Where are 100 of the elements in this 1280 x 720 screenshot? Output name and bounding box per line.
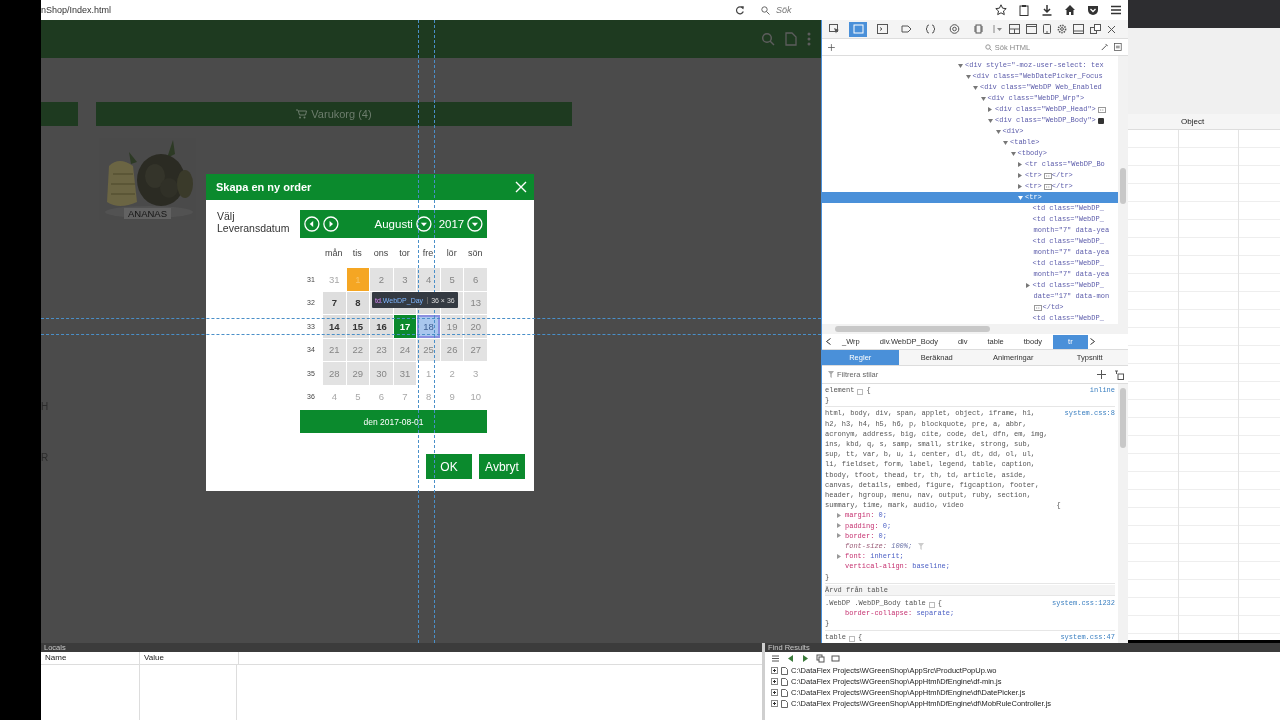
day-cell-text: 1	[424, 366, 433, 381]
day-cell: 23	[370, 338, 393, 361]
expanded-arrow-icon[interactable]	[958, 63, 963, 68]
month-dropdown-button[interactable]	[415, 215, 432, 233]
day-cell: 21	[323, 338, 346, 361]
column-header[interactable]: Name	[41, 652, 140, 664]
day-cell: 1	[346, 268, 370, 291]
field-label: Välj Leveransdatum	[217, 210, 291, 236]
list-icon[interactable]	[771, 654, 780, 663]
overflow-icon[interactable]	[993, 24, 1003, 34]
expanded-arrow-icon[interactable]	[988, 118, 993, 123]
toggle-icon[interactable]	[928, 602, 935, 609]
expand-arrow-icon[interactable]	[837, 553, 841, 559]
year-dropdown-button[interactable]	[467, 215, 483, 233]
collapsed-arrow-icon[interactable]	[1018, 184, 1022, 189]
eyedropper-icon[interactable]	[1100, 42, 1109, 52]
scrollbar[interactable]	[822, 324, 1128, 334]
reload-icon[interactable]	[735, 5, 745, 15]
collapsed-content-icon[interactable]	[1033, 304, 1042, 311]
next-icon[interactable]	[801, 654, 810, 663]
clear-icon[interactable]	[831, 654, 840, 663]
star-icon[interactable]	[995, 4, 1007, 16]
collapsed-arrow-icon[interactable]	[1018, 162, 1022, 167]
day-cell[interactable]: 7	[323, 291, 346, 314]
day-cell-text: 31	[328, 272, 341, 287]
expanded-arrow-icon[interactable]	[980, 96, 986, 101]
expand-icon[interactable]	[771, 667, 778, 674]
collapsed-arrow-icon[interactable]	[1018, 173, 1022, 178]
expanded-arrow-icon[interactable]	[1018, 195, 1023, 200]
event-badge-icon[interactable]	[1097, 117, 1104, 124]
shield-icon[interactable]	[1087, 4, 1099, 16]
day-cell: 24	[393, 338, 417, 361]
close-icon[interactable]	[1107, 24, 1116, 34]
collapsed-arrow-icon[interactable]	[1025, 283, 1030, 288]
window-icon[interactable]	[1026, 24, 1037, 34]
day-cell[interactable]: 17	[393, 315, 417, 338]
day-cell[interactable]: 16	[370, 315, 393, 338]
cart-icon	[296, 109, 308, 119]
previous-icon[interactable]	[786, 654, 795, 663]
weekday-label: lör	[445, 248, 458, 258]
search-field[interactable]: Sök	[774, 4, 978, 16]
expand-arrow-icon[interactable]	[837, 523, 841, 529]
collapsed-content-icon[interactable]	[1043, 172, 1052, 179]
dialog-button[interactable]: Avbryt	[479, 454, 525, 479]
day-cell[interactable]: 15	[346, 315, 370, 338]
day-cell-text: 6	[377, 390, 386, 405]
expanded-arrow-icon[interactable]	[973, 85, 978, 90]
next-month-button[interactable]	[322, 215, 339, 233]
scrollbar[interactable]	[1118, 56, 1128, 324]
scrollbar[interactable]	[1118, 384, 1128, 643]
weekday-label: sön	[466, 248, 484, 258]
weekday-label: fre	[421, 248, 435, 258]
day-cell[interactable]: 8	[346, 291, 370, 314]
expand-icon[interactable]	[771, 678, 778, 685]
popout-icon[interactable]	[1090, 24, 1101, 34]
toggle-icon[interactable]	[849, 635, 855, 642]
clipboard-icon[interactable]	[1018, 4, 1030, 16]
download-icon[interactable]	[1041, 4, 1053, 16]
menu-icon[interactable]	[1110, 4, 1122, 16]
month-label: Augusti	[374, 218, 413, 230]
dialog-button[interactable]: OK	[426, 454, 472, 479]
day-cell: 26	[440, 338, 464, 361]
add-icon[interactable]	[828, 42, 835, 52]
copy-icon[interactable]	[816, 654, 825, 663]
settings-icon[interactable]	[1057, 24, 1067, 34]
column-header[interactable]: Object	[1181, 117, 1205, 126]
day-cell: 31	[393, 362, 417, 385]
expand-icon[interactable]	[771, 700, 778, 707]
day-cell-text: 10	[469, 390, 482, 405]
year-label: 2017	[438, 218, 465, 230]
dock-icon[interactable]	[1073, 24, 1084, 34]
day-cell: 19	[440, 315, 464, 338]
layout-icon[interactable]	[1009, 24, 1020, 34]
expanded-arrow-icon[interactable]	[965, 74, 971, 79]
expanded-arrow-icon[interactable]	[995, 129, 1001, 134]
day-cell: 20	[464, 315, 487, 338]
day-cell: 29	[346, 362, 370, 385]
day-cell: 5	[440, 268, 464, 291]
day-cell[interactable]: 14	[323, 315, 346, 338]
url-text: nShop/Index.html	[41, 5, 112, 15]
previous-month-button[interactable]	[304, 215, 320, 233]
day-cell: 6	[464, 268, 487, 291]
expanded-arrow-icon[interactable]	[1003, 140, 1008, 145]
collapsed-arrow-icon[interactable]	[988, 107, 992, 112]
home-icon[interactable]	[1064, 4, 1076, 16]
selected-date-bar[interactable]: den 2017-08-01	[300, 410, 487, 433]
search-icon	[984, 43, 992, 51]
toggle-icon[interactable]	[857, 389, 864, 396]
add-icon[interactable]	[1097, 370, 1106, 379]
expanded-arrow-icon[interactable]	[1010, 151, 1016, 156]
classes-icon[interactable]	[1114, 369, 1124, 380]
url-field[interactable]: nShop/Index.html	[41, 1, 751, 19]
expand-arrow-icon[interactable]	[837, 513, 841, 519]
collapsed-content-icon[interactable]	[1043, 183, 1052, 190]
column-header[interactable]: Value	[140, 652, 239, 664]
expand-arrow-icon[interactable]	[837, 533, 841, 539]
panel-icon[interactable]	[1114, 42, 1122, 52]
box-icon[interactable]	[849, 21, 867, 37]
phone-icon[interactable]	[1043, 24, 1051, 34]
expand-icon[interactable]	[771, 689, 778, 696]
